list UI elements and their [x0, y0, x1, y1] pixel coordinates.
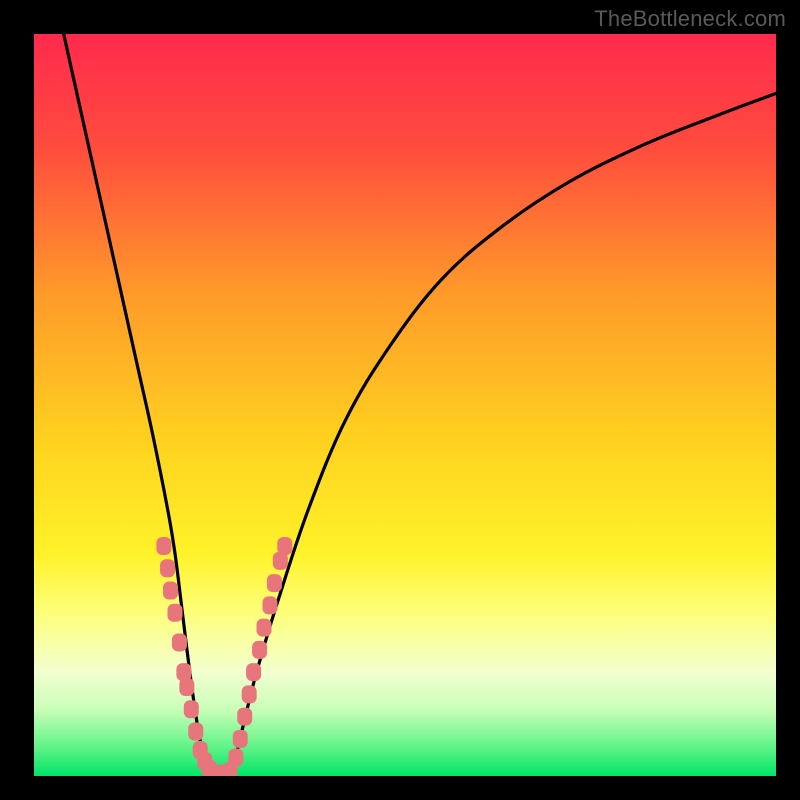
data-marker	[184, 700, 199, 718]
data-marker	[172, 633, 187, 651]
data-marker	[267, 574, 282, 592]
data-marker	[160, 559, 175, 577]
chart-svg	[34, 34, 776, 776]
data-marker	[252, 641, 267, 659]
data-marker	[237, 708, 252, 726]
data-marker	[228, 748, 243, 766]
data-marker	[233, 730, 248, 748]
watermark-text: TheBottleneck.com	[594, 6, 786, 32]
data-marker	[179, 678, 194, 696]
outer-frame: TheBottleneck.com	[0, 0, 800, 800]
data-marker	[257, 619, 272, 637]
data-marker	[277, 537, 292, 555]
data-marker	[188, 722, 203, 740]
curve-layer	[64, 34, 776, 776]
data-marker	[262, 596, 277, 614]
data-marker	[246, 663, 261, 681]
data-marker	[242, 685, 257, 703]
bottleneck-curve-path	[64, 34, 776, 776]
data-marker	[167, 604, 182, 622]
plot-area	[34, 34, 776, 776]
data-marker	[163, 582, 178, 600]
data-marker	[156, 537, 171, 555]
